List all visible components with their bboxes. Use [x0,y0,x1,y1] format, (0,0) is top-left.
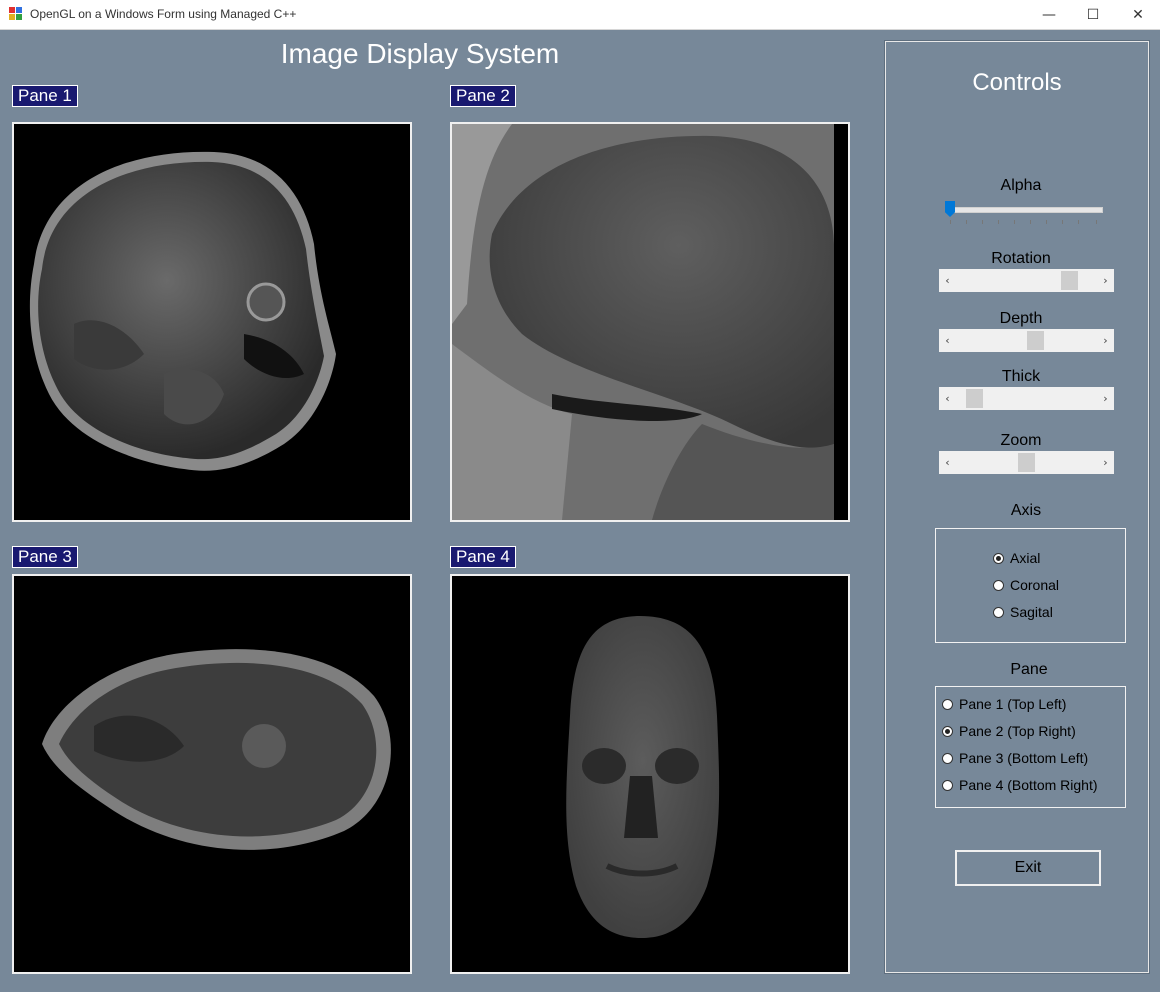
axis-radio-sagital[interactable]: Sagital [993,604,1053,620]
pane-radio-1[interactable]: Pane 1 (Top Left) [942,696,1066,712]
alpha-tick [1078,220,1079,224]
alpha-tick [982,220,983,224]
thick-label: Thick [1001,368,1041,385]
pane-group-label: Pane [1010,661,1048,678]
alpha-tick [1046,220,1047,224]
scroll-left-arrow-icon[interactable]: ‹ [939,269,956,292]
thick-scrollbar[interactable]: ‹ › [939,387,1114,410]
axis-option-label: Coronal [1010,577,1060,593]
close-button[interactable]: ✕ [1115,0,1160,29]
axis-radio-coronal[interactable]: Coronal [993,577,1059,593]
maximize-button[interactable]: ☐ [1070,0,1116,29]
window-title: OpenGL on a Windows Form using Managed C… [30,7,297,21]
scroll-right-arrow-icon[interactable]: › [1097,269,1114,292]
pane-2-viewport[interactable] [450,122,850,522]
scroll-left-arrow-icon[interactable]: ‹ [939,387,956,410]
minimize-button[interactable]: — [1026,0,1072,29]
app-icon [9,7,23,21]
axis-label: Axis [1010,502,1042,519]
page-title: Image Display System [280,38,560,69]
pane-option-label: Pane 4 (Bottom Right) [959,777,1098,793]
zoomed-brain-image [452,124,834,520]
scroll-left-arrow-icon[interactable]: ‹ [939,451,956,474]
coronal-face-image [566,616,720,938]
rotation-scrollbar[interactable]: ‹ › [939,269,1114,292]
pane-option-label: Pane 3 (Bottom Left) [959,750,1089,766]
pane-radio-3[interactable]: Pane 3 (Bottom Left) [942,750,1088,766]
alpha-tick [950,220,951,224]
alpha-tick [1062,220,1063,224]
alpha-tick [1096,220,1097,224]
radio-button-icon[interactable] [942,698,953,710]
radio-button-icon[interactable] [993,579,1004,591]
depth-label: Depth [999,310,1043,327]
pane-2-label: Pane 2 [450,85,516,107]
axis-option-label: Sagital [1010,604,1053,620]
pane-1-label: Pane 1 [12,85,78,107]
thick-scroll-thumb[interactable] [965,389,983,408]
exit-button[interactable]: Exit [955,850,1101,886]
scroll-right-arrow-icon[interactable]: › [1097,387,1114,410]
alpha-trackbar[interactable] [949,207,1103,213]
depth-scrollbar[interactable]: ‹ › [939,329,1114,352]
axis-radio-axial[interactable]: Axial [993,550,1040,566]
pane-radio-2[interactable]: Pane 2 (Top Right) [942,723,1076,739]
alpha-label: Alpha [1000,177,1042,194]
pane-option-label: Pane 2 (Top Right) [959,723,1076,739]
pane-4-viewport[interactable] [450,574,850,974]
pane-3-viewport[interactable] [12,574,412,974]
radio-button-icon[interactable] [942,752,953,764]
axis-option-label: Axial [1010,550,1041,566]
axial-slice-image [42,649,391,850]
depth-scroll-thumb[interactable] [1026,331,1044,350]
radio-button-icon[interactable] [993,552,1004,564]
pane-1-viewport[interactable] [12,122,412,522]
zoom-label: Zoom [1000,432,1042,449]
radio-button-icon[interactable] [942,779,953,791]
sagittal-head-image [29,151,337,471]
scroll-left-arrow-icon[interactable]: ‹ [939,329,956,352]
pane-4-label: Pane 4 [450,546,516,568]
radio-button-icon[interactable] [942,725,953,737]
alpha-tick [1030,220,1031,224]
pane-3-label: Pane 3 [12,546,78,568]
alpha-tick [998,220,999,224]
controls-title: Controls [972,69,1062,96]
pane-option-label: Pane 1 (Top Left) [959,696,1067,712]
scroll-right-arrow-icon[interactable]: › [1097,329,1114,352]
scroll-right-arrow-icon[interactable]: › [1097,451,1114,474]
pane-radio-4[interactable]: Pane 4 (Bottom Right) [942,777,1098,793]
zoom-scrollbar[interactable]: ‹ › [939,451,1114,474]
radio-button-icon[interactable] [993,606,1004,618]
alpha-tick [966,220,967,224]
rotation-scroll-thumb[interactable] [1061,271,1079,290]
alpha-tick [1014,220,1015,224]
title-bar: OpenGL on a Windows Form using Managed C… [0,0,1160,30]
zoom-scroll-thumb[interactable] [1018,453,1035,472]
rotation-label: Rotation [991,250,1051,267]
